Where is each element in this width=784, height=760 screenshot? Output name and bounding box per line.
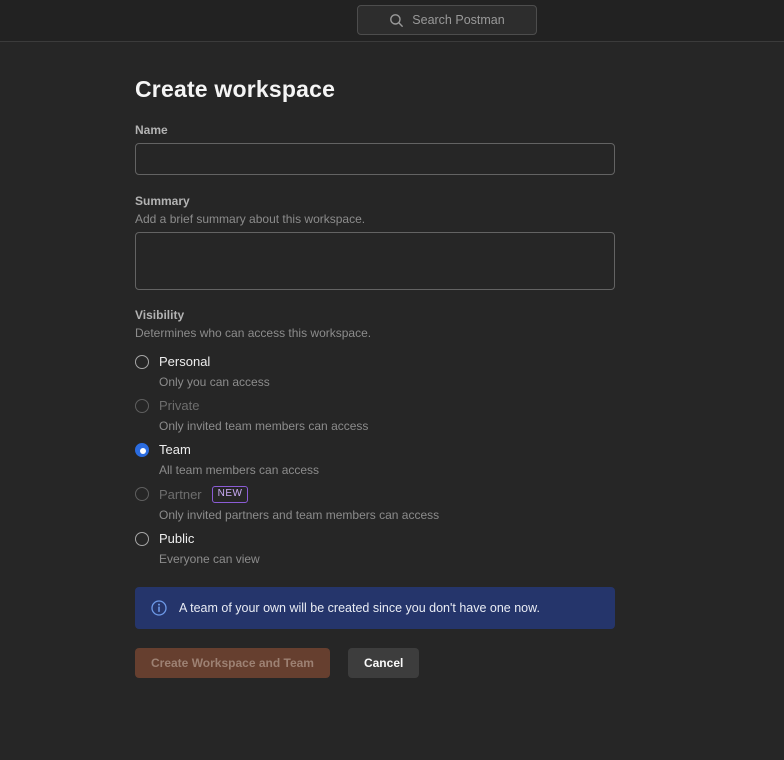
option-description: Only you can access [159,375,270,389]
summary-input[interactable] [135,232,615,290]
visibility-option-public[interactable]: Public Everyone can view [135,531,615,566]
summary-label: Summary [135,194,615,208]
visibility-options: Personal Only you can access Private Onl… [135,354,615,566]
cancel-button[interactable]: Cancel [348,648,419,678]
visibility-option-personal[interactable]: Personal Only you can access [135,354,615,389]
global-search[interactable]: Search Postman [357,5,537,35]
form-actions: Create Workspace and Team Cancel [135,648,615,678]
option-label: Private [159,398,368,414]
visibility-label: Visibility [135,308,615,322]
name-label: Name [135,123,615,137]
option-description: Only invited team members can access [159,419,368,433]
option-label: Team [159,442,319,458]
new-badge: NEW [212,486,249,503]
banner-text: A team of your own will be created since… [179,601,540,615]
radio-icon-selected[interactable] [135,443,149,457]
top-bar: Search Postman [0,0,784,42]
radio-icon[interactable] [135,487,149,501]
summary-description: Add a brief summary about this workspace… [135,212,615,226]
radio-icon[interactable] [135,532,149,546]
team-creation-info-banner: A team of your own will be created since… [135,587,615,629]
radio-icon[interactable] [135,399,149,413]
visibility-option-team[interactable]: Team All team members can access [135,442,615,477]
option-description: Everyone can view [159,552,260,566]
option-label: Public [159,531,260,547]
visibility-option-private[interactable]: Private Only invited team members can ac… [135,398,615,433]
info-icon [151,600,167,616]
radio-icon[interactable] [135,355,149,369]
create-workspace-and-team-button[interactable]: Create Workspace and Team [135,648,330,678]
name-input[interactable] [135,143,615,175]
option-description: All team members can access [159,463,319,477]
visibility-option-partner[interactable]: Partner NEW Only invited partners and te… [135,486,615,522]
search-placeholder: Search Postman [412,13,504,27]
page-title: Create workspace [135,76,615,103]
option-label: Partner NEW [159,486,439,503]
option-label: Personal [159,354,270,370]
option-description: Only invited partners and team members c… [159,508,439,522]
create-workspace-form: Create workspace Name Summary Add a brie… [0,76,615,678]
visibility-description: Determines who can access this workspace… [135,326,615,340]
search-icon [389,13,404,28]
